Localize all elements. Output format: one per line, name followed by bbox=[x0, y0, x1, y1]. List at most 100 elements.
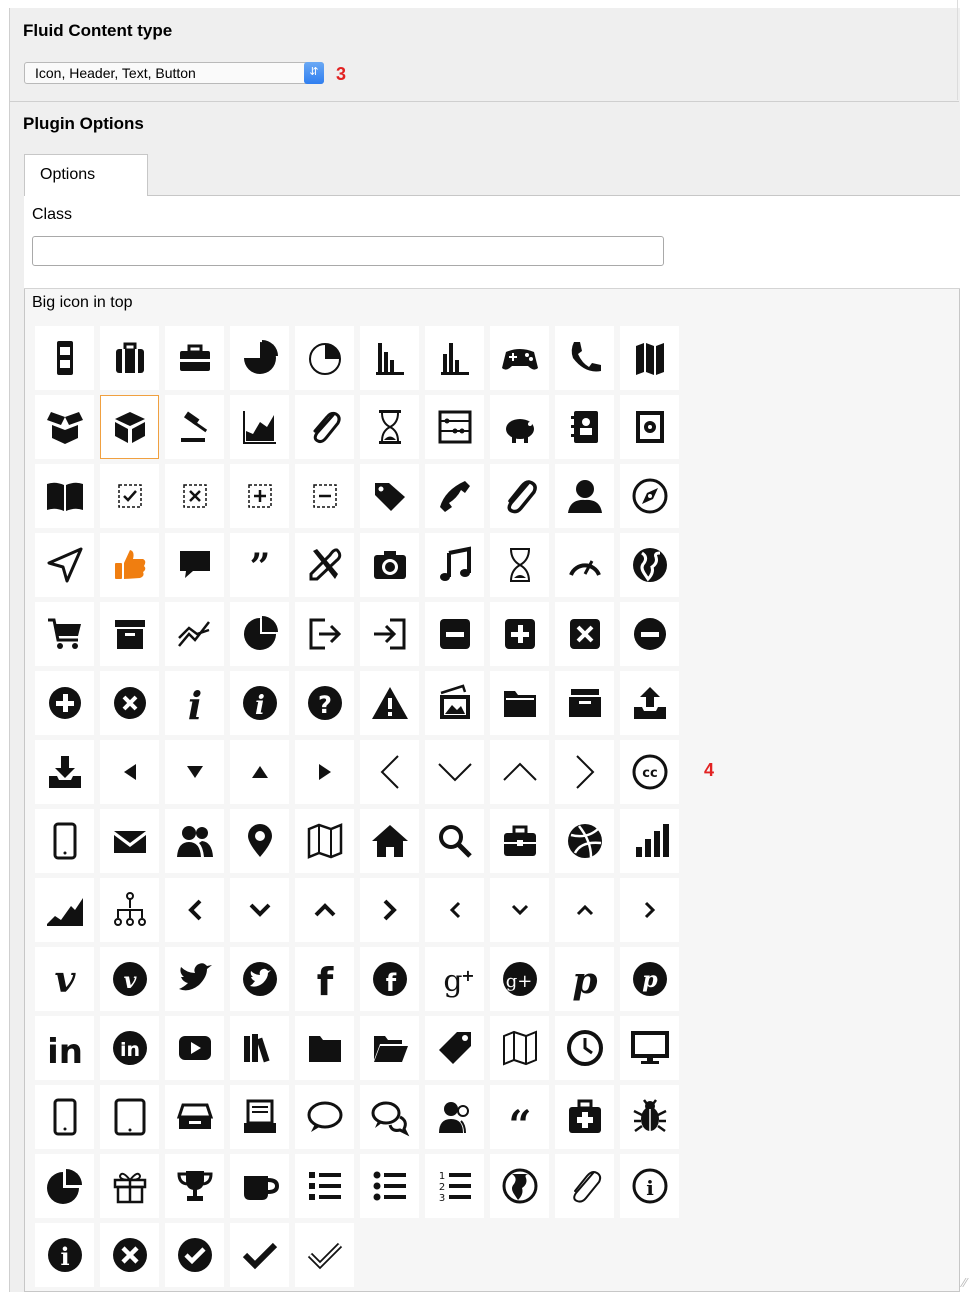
icon-option-bar-chart[interactable] bbox=[360, 326, 419, 390]
icon-option-hourglass-outline[interactable] bbox=[490, 533, 549, 597]
icon-option-bar-chart-alt[interactable] bbox=[425, 326, 484, 390]
icon-option-home[interactable] bbox=[360, 809, 419, 873]
icon-option-archive[interactable] bbox=[100, 602, 159, 666]
icon-option-circle-plus[interactable] bbox=[35, 671, 94, 735]
icon-option-folder-solid[interactable] bbox=[295, 1016, 354, 1080]
icon-option-bug[interactable] bbox=[620, 1085, 679, 1149]
icon-option-speech-bubble[interactable] bbox=[165, 533, 224, 597]
icon-option-close-circle[interactable] bbox=[100, 1223, 159, 1287]
icon-option-chevron-left-small[interactable] bbox=[425, 878, 484, 942]
icon-option-envelope[interactable] bbox=[100, 809, 159, 873]
icon-option-circle-x[interactable] bbox=[100, 671, 159, 735]
icon-option-box-open[interactable] bbox=[35, 395, 94, 459]
icon-option-square-x[interactable] bbox=[555, 602, 614, 666]
icon-option-monitor[interactable] bbox=[620, 1016, 679, 1080]
icon-option-pie-chart-slice[interactable] bbox=[35, 1154, 94, 1218]
icon-option-linkedin-circle[interactable]: in bbox=[100, 1016, 159, 1080]
icon-option-creative-commons[interactable]: cc bbox=[620, 740, 679, 804]
icon-option-checkmark[interactable] bbox=[230, 1223, 289, 1287]
tab-options[interactable]: Options bbox=[24, 154, 148, 196]
icon-option-user-group[interactable] bbox=[425, 1085, 484, 1149]
icon-option-camera[interactable] bbox=[360, 533, 419, 597]
icon-option-info-italic[interactable]: i bbox=[165, 671, 224, 735]
icon-option-check-circle[interactable] bbox=[165, 1223, 224, 1287]
icon-option-google-plus-circle[interactable]: g+ bbox=[490, 947, 549, 1011]
icon-option-tablet[interactable] bbox=[100, 1085, 159, 1149]
icon-option-youtube[interactable] bbox=[165, 1016, 224, 1080]
icon-option-dribbble[interactable] bbox=[555, 809, 614, 873]
icon-option-file-cabinet[interactable] bbox=[35, 326, 94, 390]
icon-option-map-marker[interactable] bbox=[230, 809, 289, 873]
icon-option-circle-info-outline[interactable]: i bbox=[620, 1154, 679, 1218]
icon-option-folder[interactable] bbox=[490, 671, 549, 735]
icon-option-phone-outline[interactable] bbox=[35, 1085, 94, 1149]
icon-option-circle-minus[interactable] bbox=[620, 602, 679, 666]
icon-option-chevron-left-thin[interactable] bbox=[360, 740, 419, 804]
icon-option-area-chart[interactable] bbox=[35, 878, 94, 942]
icon-option-caret-left[interactable] bbox=[100, 740, 159, 804]
icon-option-user[interactable] bbox=[555, 464, 614, 528]
icon-option-gamepad[interactable] bbox=[490, 326, 549, 390]
icon-option-checkmark-outline[interactable] bbox=[295, 1223, 354, 1287]
icon-option-pie-chart[interactable] bbox=[230, 326, 289, 390]
icon-option-suitcase[interactable] bbox=[100, 326, 159, 390]
icon-option-briefcase[interactable] bbox=[490, 809, 549, 873]
icon-option-mobile[interactable] bbox=[35, 809, 94, 873]
icon-option-vimeo[interactable]: v bbox=[35, 947, 94, 1011]
icon-option-checkbox-plus-dashed[interactable] bbox=[230, 464, 289, 528]
icon-option-list[interactable] bbox=[295, 1154, 354, 1218]
icon-option-chevron-right-thin[interactable] bbox=[555, 740, 614, 804]
icon-option-paperclip-alt[interactable] bbox=[490, 464, 549, 528]
icon-option-pie-chart-quarter[interactable] bbox=[230, 602, 289, 666]
icon-option-sitemap[interactable] bbox=[100, 878, 159, 942]
icon-option-caret-down[interactable] bbox=[165, 740, 224, 804]
icon-option-navigation-arrow[interactable] bbox=[35, 533, 94, 597]
icon-option-pinterest-circle[interactable]: p bbox=[620, 947, 679, 1011]
icon-option-globe[interactable] bbox=[620, 533, 679, 597]
icon-option-toolbox[interactable] bbox=[165, 326, 224, 390]
icon-option-inbox[interactable] bbox=[555, 671, 614, 735]
icon-option-cube[interactable] bbox=[100, 395, 159, 459]
content-type-select[interactable]: Icon, Header, Text, Button ⇵ bbox=[24, 62, 324, 84]
icon-option-caret-up[interactable] bbox=[230, 740, 289, 804]
icon-option-upload[interactable] bbox=[620, 671, 679, 735]
icon-option-warning[interactable] bbox=[360, 671, 419, 735]
icon-option-chat-bubble[interactable] bbox=[295, 1085, 354, 1149]
icon-option-list-numbered[interactable]: 123 bbox=[425, 1154, 484, 1218]
icon-option-pictures[interactable] bbox=[425, 671, 484, 735]
icon-option-hourglass[interactable] bbox=[360, 395, 419, 459]
icon-option-address-book[interactable] bbox=[555, 395, 614, 459]
icon-option-paperclip[interactable] bbox=[295, 395, 354, 459]
icon-option-map[interactable] bbox=[620, 326, 679, 390]
icon-option-phone-handset[interactable] bbox=[425, 464, 484, 528]
resize-handle-icon[interactable]: ∕∕ bbox=[963, 1275, 967, 1290]
icon-option-chevron-up-small[interactable] bbox=[555, 878, 614, 942]
icon-option-facebook-circle[interactable]: f bbox=[360, 947, 419, 1011]
icon-option-thumbs-up[interactable] bbox=[100, 533, 159, 597]
icon-option-checkbox-checked-dashed[interactable] bbox=[100, 464, 159, 528]
icon-option-vimeo-circle[interactable]: v bbox=[100, 947, 159, 1011]
icon-option-phone[interactable] bbox=[555, 326, 614, 390]
icon-option-pinterest[interactable]: p bbox=[555, 947, 614, 1011]
icon-option-checkbox-x-dashed[interactable] bbox=[165, 464, 224, 528]
icon-option-music-note[interactable] bbox=[425, 533, 484, 597]
icon-option-shopping-cart[interactable] bbox=[35, 602, 94, 666]
icon-option-chevron-down[interactable] bbox=[230, 878, 289, 942]
icon-option-map-outline[interactable] bbox=[295, 809, 354, 873]
icon-option-twitter[interactable] bbox=[165, 947, 224, 1011]
icon-option-gauge[interactable] bbox=[555, 533, 614, 597]
icon-option-document-stack[interactable] bbox=[230, 1085, 289, 1149]
icon-option-tag[interactable] bbox=[360, 464, 419, 528]
icon-option-chevron-left[interactable] bbox=[165, 878, 224, 942]
icon-option-checkbox-minus-dashed[interactable] bbox=[295, 464, 354, 528]
icon-option-quote-right[interactable]: ” bbox=[230, 533, 289, 597]
icon-option-sign-in[interactable] bbox=[360, 602, 419, 666]
icon-option-chevron-down-thin[interactable] bbox=[425, 740, 484, 804]
icon-option-chat-bubbles[interactable] bbox=[360, 1085, 419, 1149]
icon-option-tools[interactable] bbox=[295, 533, 354, 597]
icon-option-quote-left[interactable]: “ bbox=[490, 1085, 549, 1149]
icon-option-globe-outline[interactable] bbox=[490, 1154, 549, 1218]
icon-option-piggy-bank[interactable] bbox=[490, 395, 549, 459]
icon-option-sign-out[interactable] bbox=[295, 602, 354, 666]
icon-option-gavel[interactable] bbox=[165, 395, 224, 459]
